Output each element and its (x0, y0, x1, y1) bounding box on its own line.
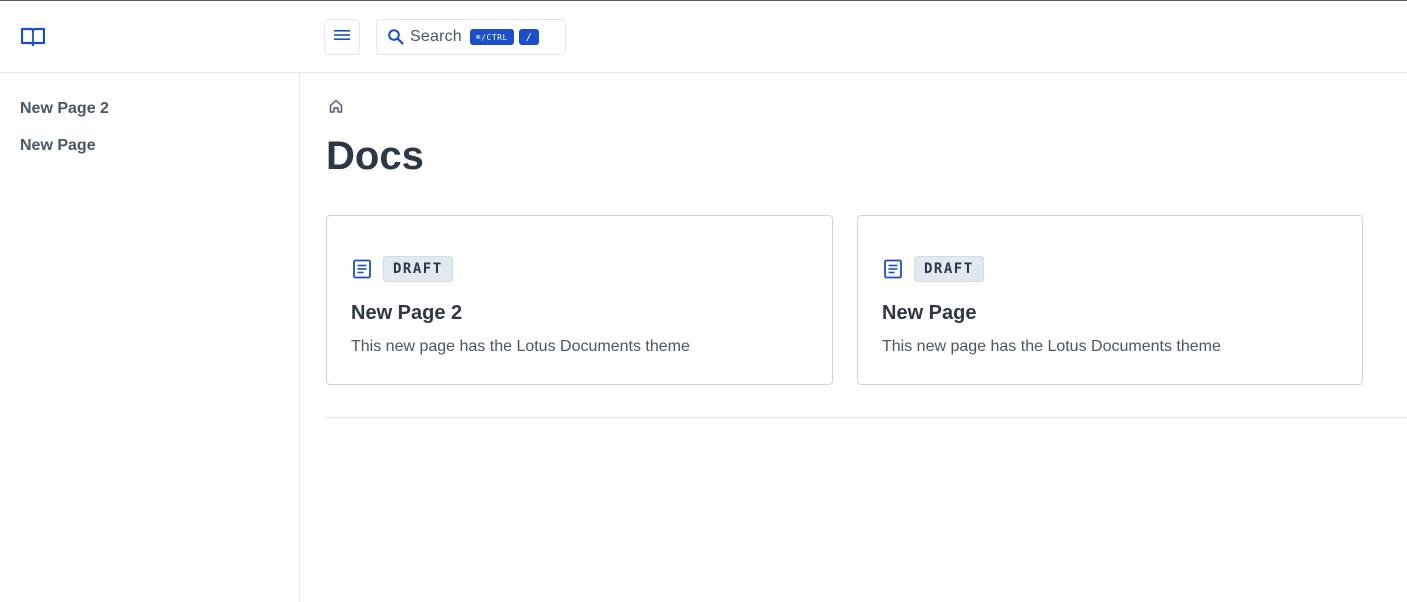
open-book-icon[interactable] (20, 27, 46, 47)
sidebar: New Page 2 New Page (0, 73, 300, 602)
sidebar-item-new-page-2[interactable]: New Page 2 (20, 100, 109, 118)
menu-toggle-button[interactable] (324, 19, 360, 55)
search-icon (387, 28, 405, 46)
hamburger-menu-icon (334, 28, 350, 46)
card-title: New Page (882, 302, 977, 324)
search-button[interactable]: Search ⌘/CTRL / (376, 19, 566, 55)
status-badge: DRAFT (383, 256, 453, 282)
document-icon (351, 258, 373, 280)
doc-card-new-page[interactable]: DRAFT New Page This new page has the Lot… (857, 215, 1363, 385)
doc-card-new-page-2[interactable]: DRAFT New Page 2 This new page has the L… (326, 215, 833, 385)
document-icon (882, 258, 904, 280)
search-shortcut-slash: / (518, 29, 540, 45)
home-icon[interactable] (328, 98, 344, 114)
docs-page: Search ⌘/CTRL / New Page 2 New Page Docs… (0, 0, 1407, 602)
status-badge: DRAFT (914, 256, 984, 282)
card-title: New Page 2 (351, 302, 463, 324)
sidebar-item-new-page[interactable]: New Page (20, 137, 96, 155)
top-header: Search ⌘/CTRL / (0, 1, 1407, 73)
card-description: This new page has the Lotus Documents th… (351, 338, 690, 355)
card-description: This new page has the Lotus Documents th… (882, 338, 1221, 355)
content-divider (326, 417, 1407, 418)
search-shortcut-key: ⌘/CTRL (469, 29, 514, 45)
search-label: Search (410, 28, 462, 45)
page-title: Docs (326, 134, 424, 178)
